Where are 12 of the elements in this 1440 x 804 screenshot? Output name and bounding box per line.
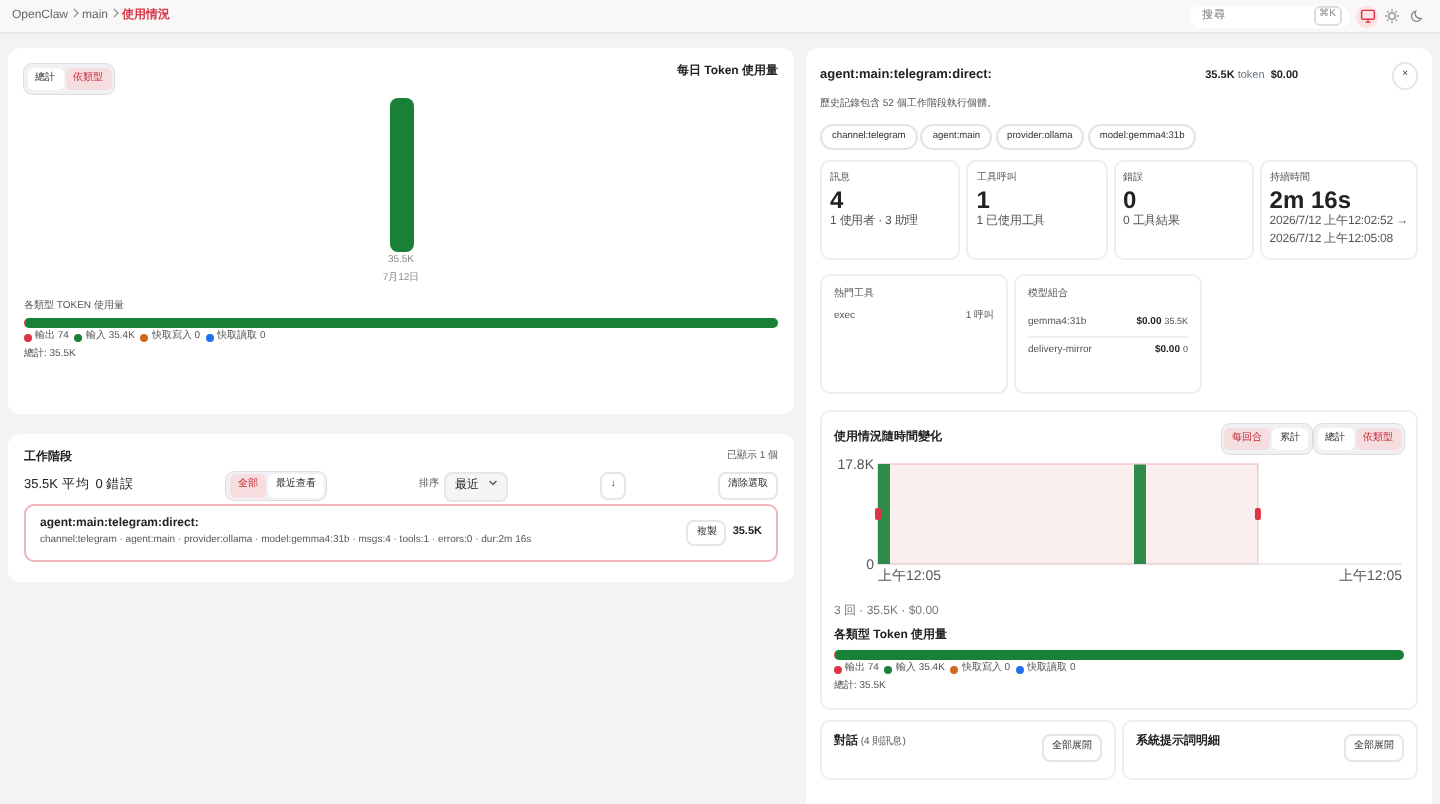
range-handle[interactable] — [875, 508, 881, 521]
stat-value: 0 — [1123, 187, 1139, 214]
stat-value: 1 — [976, 187, 992, 214]
chart-bar — [1134, 464, 1146, 565]
moon-theme-button[interactable] — [1406, 5, 1428, 27]
selected-range[interactable] — [877, 463, 1259, 565]
stat-value: 2m 16s — [1269, 187, 1353, 214]
monitor-theme-button[interactable] — [1356, 5, 1378, 27]
chart-bar — [878, 464, 890, 565]
range-handle[interactable] — [1254, 508, 1261, 521]
stat-value: 4 — [830, 187, 846, 214]
sun-theme-button[interactable] — [1381, 5, 1403, 27]
